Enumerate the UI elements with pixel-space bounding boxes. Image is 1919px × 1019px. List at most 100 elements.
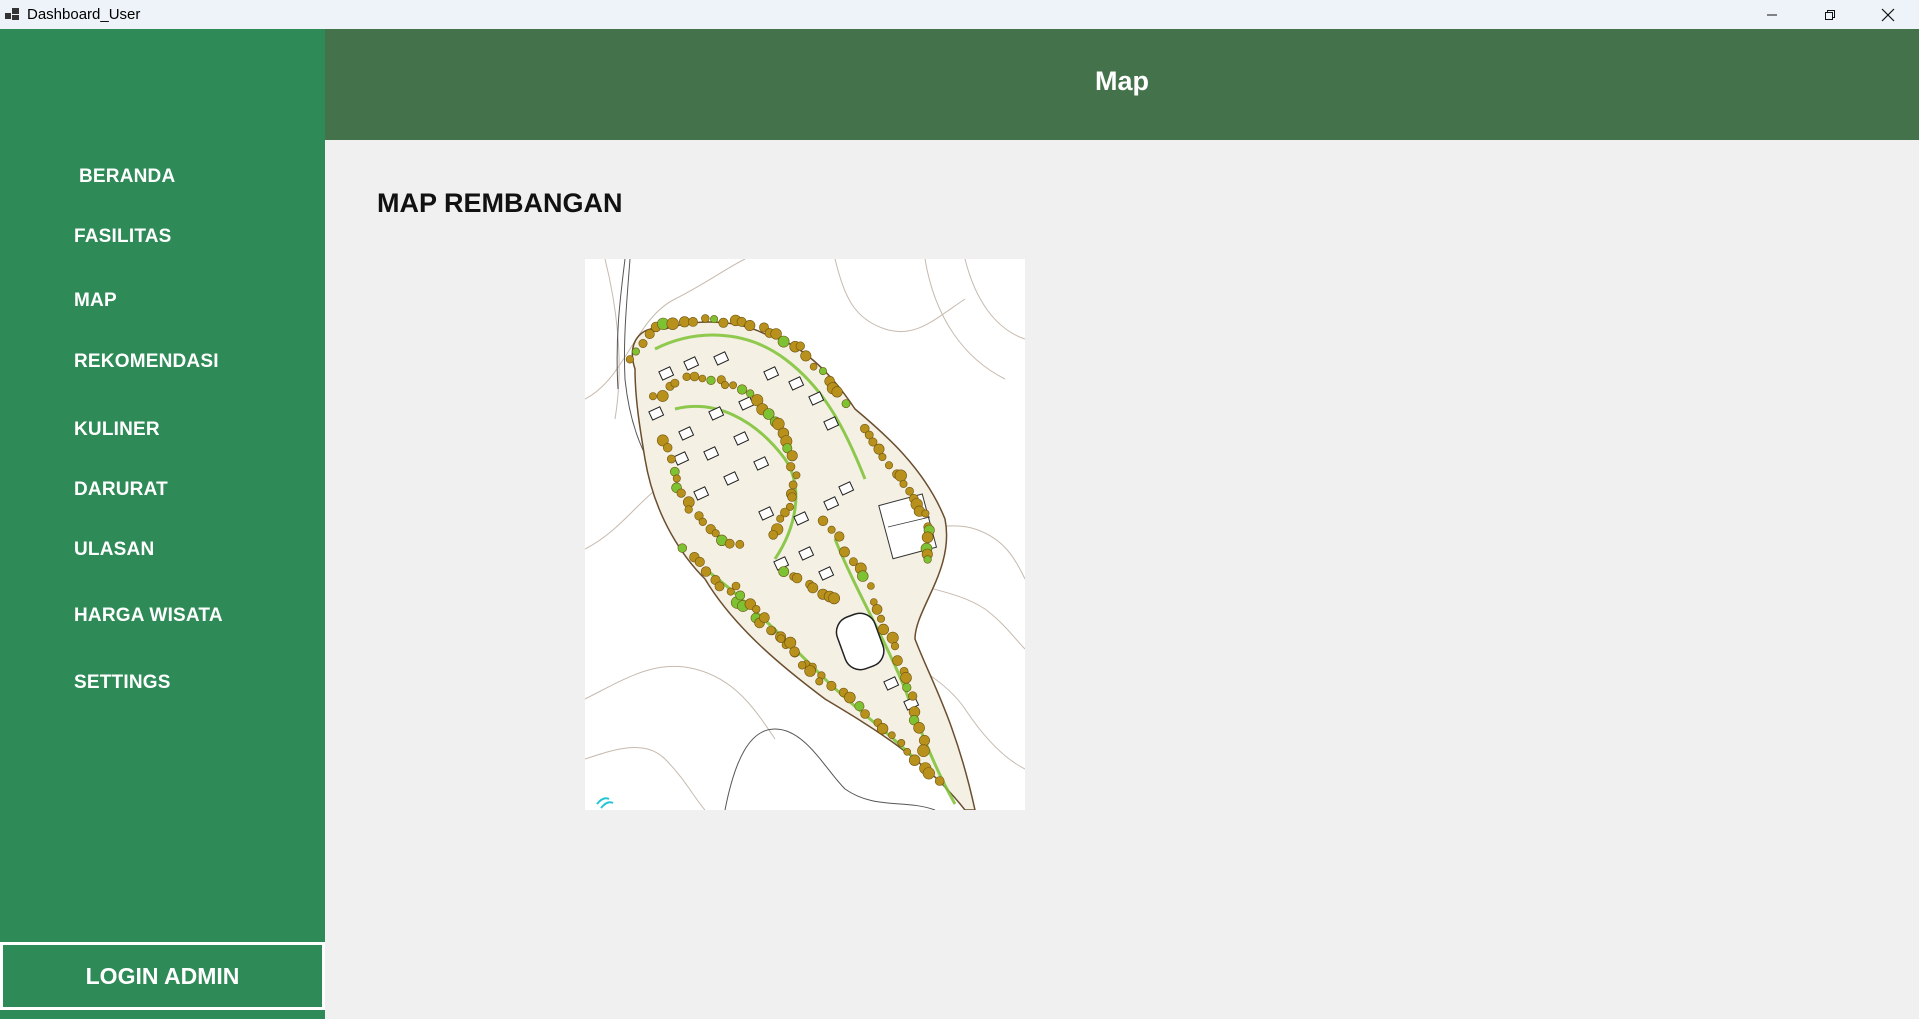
sidebar-item-ulasan[interactable]: ULASAN [74, 539, 154, 561]
tree-mark [776, 514, 785, 523]
tree-mark [777, 335, 790, 348]
site-map-drawing [585, 259, 1025, 810]
tree-mark [888, 731, 896, 740]
tree-mark [721, 381, 730, 390]
tree-mark [718, 317, 729, 328]
tree-mark [908, 754, 921, 766]
tree-mark [831, 386, 843, 398]
section-title: MAP REMBANGAN [377, 188, 623, 218]
tree-mark [676, 488, 686, 498]
tree-mark [878, 453, 887, 462]
tree-mark [902, 682, 912, 693]
tree-mark [672, 474, 681, 483]
tree-mark [682, 372, 691, 382]
tree-mark [890, 642, 900, 651]
sidebar-item-rekomendasi[interactable]: REKOMENDASI [74, 351, 219, 373]
tree-mark [894, 469, 907, 482]
tree-mark [921, 509, 930, 518]
tree-mark [735, 539, 745, 549]
tree-mark [791, 572, 803, 584]
tree-mark [922, 767, 935, 780]
minimize-icon [1767, 14, 1777, 15]
tree-mark [786, 462, 796, 472]
tree-mark [786, 450, 798, 462]
tree-mark [670, 378, 680, 388]
tree-mark [625, 355, 635, 364]
tree-mark [871, 604, 883, 615]
tree-mark [706, 375, 716, 385]
tree-mark [917, 744, 930, 758]
tree-mark [714, 581, 725, 592]
tree-mark [631, 347, 640, 356]
window-title: Dashboard_User [27, 6, 141, 23]
tree-mark [787, 492, 797, 502]
tree-mark [698, 517, 707, 527]
tree-mark [778, 566, 790, 577]
tree-mark [677, 543, 688, 553]
tree-mark [815, 677, 824, 686]
restore-button[interactable] [1801, 0, 1859, 29]
tree-mark [934, 776, 945, 786]
restore-icon [1825, 9, 1835, 20]
tree-mark [638, 339, 648, 349]
tree-mark [819, 367, 828, 376]
tree-mark [854, 701, 865, 712]
sidebar-item-fasilitas[interactable]: FASILITAS [74, 226, 172, 248]
sidebar-item-harga-wisata[interactable]: HARGA WISATA [74, 605, 223, 627]
tree-mark [867, 582, 875, 590]
tree-mark [666, 317, 679, 330]
tree-mark [809, 362, 818, 371]
tree-mark [857, 570, 869, 582]
tree-mark [744, 319, 756, 331]
tree-mark [892, 655, 903, 666]
page-title: Map [1095, 66, 1149, 96]
tree-mark [900, 671, 912, 684]
tree-mark [886, 631, 899, 644]
tree-mark [667, 454, 676, 464]
tree-mark [759, 612, 770, 623]
tree-mark [689, 371, 700, 382]
tree-mark [795, 341, 805, 351]
tree-mark [804, 665, 816, 677]
tree-mark [918, 734, 930, 746]
tree-mark [792, 471, 801, 480]
tree-mark [817, 515, 829, 526]
minimize-button[interactable] [1743, 0, 1801, 29]
tree-mark [921, 531, 934, 544]
tree-mark [797, 661, 807, 670]
page-header: Map [325, 29, 1919, 140]
close-icon [1881, 8, 1895, 21]
tree-mark [873, 443, 885, 455]
tree-mark [860, 709, 870, 719]
sidebar: BERANDA FASILITAS MAP REKOMENDASI KULINE… [0, 29, 325, 1019]
tree-mark [694, 556, 705, 567]
sidebar-item-kuliner[interactable]: KULINER [74, 419, 160, 441]
tree-mark [903, 747, 912, 756]
tree-mark [800, 350, 812, 362]
tree-mark [843, 691, 856, 704]
site-map-image [585, 259, 1025, 810]
sidebar-item-darurat[interactable]: DARURAT [74, 479, 168, 501]
tree-mark [839, 546, 850, 558]
sidebar-item-beranda[interactable]: BERANDA [79, 166, 175, 188]
tree-mark [913, 721, 925, 734]
sidebar-item-map[interactable]: MAP [74, 290, 117, 312]
tree-mark [731, 581, 741, 591]
tree-mark [897, 738, 906, 747]
tree-mark [737, 384, 748, 395]
close-button[interactable] [1859, 0, 1917, 29]
tree-mark [729, 381, 737, 390]
tree-mark [698, 374, 707, 383]
sidebar-item-settings[interactable]: SETTINGS [74, 672, 171, 694]
tree-mark [828, 592, 840, 605]
tree-mark [789, 646, 800, 657]
tree-mark [701, 314, 710, 323]
tree-mark [827, 525, 836, 534]
login-admin-button[interactable]: LOGIN ADMIN [0, 942, 325, 1010]
tree-mark [724, 538, 735, 549]
tree-mark [876, 614, 885, 623]
tree-mark [899, 479, 908, 488]
tree-mark [766, 625, 776, 636]
tree-mark [752, 605, 761, 614]
tree-mark [807, 582, 819, 594]
